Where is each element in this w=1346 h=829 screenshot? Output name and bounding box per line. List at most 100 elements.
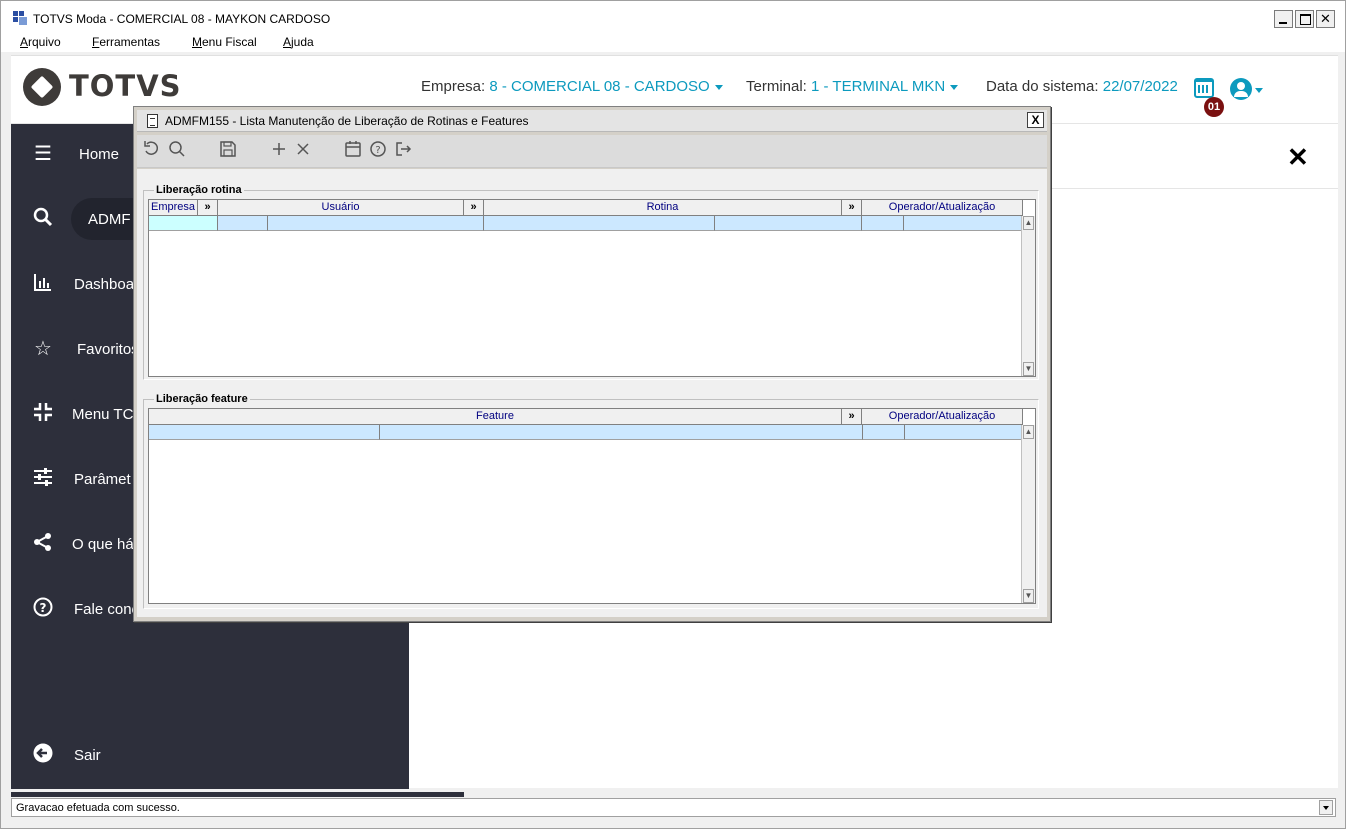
- group-liberacao-feature: Liberação feature Feature » Operador/Atu…: [143, 393, 1039, 609]
- collapse-icon: [31, 402, 55, 426]
- menu-icon: ☰: [34, 143, 52, 165]
- grid-liberacao-feature[interactable]: Feature » Operador/Atualização ▲ ▼: [148, 408, 1036, 604]
- column-header-operador[interactable]: Operador/Atualização: [862, 409, 1023, 425]
- dialog-toolbar: ?: [137, 135, 1047, 168]
- grid-header: Feature » Operador/Atualização: [149, 409, 1023, 425]
- menu-menu-fiscal[interactable]: Menu Fiscal: [192, 35, 257, 49]
- app-icon: [13, 11, 27, 25]
- scroll-up-icon[interactable]: ▲: [1023, 425, 1034, 439]
- svg-text:?: ?: [375, 145, 380, 156]
- grid-cell[interactable]: [863, 425, 905, 440]
- grid-cell[interactable]: [862, 216, 904, 231]
- grid-liberacao-rotina[interactable]: Empresa » Usuário » Rotina » Operador/At…: [148, 199, 1036, 377]
- main-window: TOTVS Moda - COMERCIAL 08 - MAYKON CARDO…: [0, 0, 1346, 829]
- empresa-value: 8 - COMERCIAL 08 - CARDOSO: [489, 78, 710, 95]
- status-dropdown-button[interactable]: [1319, 800, 1333, 815]
- sidebar-item-label: Sair: [74, 747, 101, 764]
- sidebar-item-label: Favoritos: [77, 341, 139, 358]
- chevron-down-icon: [950, 84, 959, 90]
- chart-icon: [31, 272, 55, 296]
- column-header-empresa[interactable]: Empresa: [149, 200, 198, 216]
- notification-badge: 01: [1204, 97, 1224, 117]
- grid-cell[interactable]: [218, 216, 268, 231]
- window-title: TOTVS Moda - COMERCIAL 08 - MAYKON CARDO…: [33, 12, 331, 26]
- menu-ajuda[interactable]: Ajuda: [283, 35, 314, 49]
- column-header-feature[interactable]: Feature: [149, 409, 842, 425]
- delete-icon[interactable]: [293, 140, 313, 160]
- column-nav-button[interactable]: »: [842, 409, 862, 425]
- grid-cell[interactable]: [149, 425, 380, 440]
- help-icon[interactable]: ?: [368, 140, 388, 160]
- column-header-operador[interactable]: Operador/Atualização: [862, 200, 1023, 216]
- admfm155-dialog: ADMFM155 - Lista Manutenção de Liberação…: [133, 106, 1051, 622]
- column-nav-button[interactable]: »: [842, 200, 862, 216]
- empresa-label: Empresa:: [421, 78, 486, 95]
- date-value: 22/07/2022: [1102, 78, 1178, 95]
- grid-cell[interactable]: [380, 425, 863, 440]
- column-header-rotina[interactable]: Rotina: [484, 200, 842, 216]
- menu-ferramentas[interactable]: Ferramentas: [92, 35, 160, 49]
- status-message: Gravacao efetuada com sucesso.: [16, 802, 180, 814]
- undo-icon[interactable]: [142, 140, 162, 160]
- column-header-usuario[interactable]: Usuário: [218, 200, 464, 216]
- chevron-down-icon[interactable]: [1255, 88, 1263, 93]
- status-bar: Gravacao efetuada com sucesso.: [11, 798, 1336, 817]
- grid-cell[interactable]: [904, 216, 1023, 231]
- exit-icon[interactable]: [393, 140, 413, 160]
- sliders-icon: [31, 467, 55, 491]
- scroll-down-icon[interactable]: ▼: [1023, 589, 1034, 603]
- terminal-value: 1 - TERMINAL MKN: [811, 78, 946, 95]
- grid-cell[interactable]: [715, 216, 862, 231]
- close-window-button[interactable]: ✕: [1316, 10, 1335, 28]
- dialog-title: ADMFM155 - Lista Manutenção de Liberação…: [165, 114, 529, 128]
- scroll-up-icon[interactable]: ▲: [1023, 216, 1034, 230]
- empresa-selector[interactable]: Empresa: 8 - COMERCIAL 08 - CARDOSO: [421, 78, 723, 95]
- table-row[interactable]: [149, 216, 1023, 231]
- sidebar-item-label: Fale cone: [74, 601, 140, 618]
- system-date: Data do sistema: 22/07/2022: [986, 78, 1178, 95]
- sidebar-item-sair[interactable]: Sair: [11, 735, 409, 775]
- grid-cell[interactable]: [149, 216, 218, 231]
- dialog-close-button[interactable]: X: [1027, 112, 1044, 128]
- minimize-button[interactable]: [1274, 10, 1293, 28]
- grid-cell[interactable]: [905, 425, 1024, 440]
- star-icon: ☆: [34, 338, 52, 360]
- column-nav-button[interactable]: »: [464, 200, 484, 216]
- share-icon: [31, 532, 55, 556]
- sidebar-item-label: Home: [79, 146, 120, 163]
- search-icon: [31, 207, 55, 231]
- date-label: Data do sistema:: [986, 78, 1099, 95]
- menu-arquivo[interactable]: Arquivo: [20, 35, 61, 49]
- scroll-down-icon[interactable]: ▼: [1023, 362, 1034, 376]
- sidebar-item-label: O que há: [72, 536, 134, 553]
- dialog-body: Liberação rotina Empresa » Usuário » Rot…: [137, 169, 1047, 617]
- calendar-icon[interactable]: [1194, 78, 1214, 98]
- progress-bar: [11, 792, 464, 797]
- vertical-scrollbar[interactable]: ▲ ▼: [1021, 425, 1035, 603]
- svg-text:?: ?: [40, 601, 47, 615]
- close-icon[interactable]: ✕: [1287, 142, 1309, 173]
- chevron-down-icon: [714, 84, 723, 90]
- sidebar-item-label: Menu TC: [72, 406, 134, 423]
- dialog-title-bar: ADMFM155 - Lista Manutenção de Liberação…: [137, 110, 1047, 132]
- save-icon[interactable]: [218, 140, 238, 160]
- help-icon: ?: [31, 597, 55, 621]
- user-icon[interactable]: [1230, 78, 1252, 100]
- terminal-label: Terminal:: [746, 78, 807, 95]
- search-input-value: ADMF: [88, 211, 131, 228]
- grid-cell[interactable]: [268, 216, 484, 231]
- maximize-button[interactable]: [1295, 10, 1314, 28]
- search-icon[interactable]: [167, 140, 187, 160]
- column-nav-button[interactable]: »: [198, 200, 218, 216]
- sidebar-item-label: Dashboa: [74, 276, 135, 293]
- vertical-scrollbar[interactable]: ▲ ▼: [1021, 216, 1035, 376]
- calendar-icon[interactable]: [343, 140, 363, 160]
- add-icon[interactable]: [269, 140, 289, 160]
- group-label: Liberação feature: [154, 393, 250, 405]
- grid-header: Empresa » Usuário » Rotina » Operador/At…: [149, 200, 1023, 216]
- terminal-selector[interactable]: Terminal: 1 - TERMINAL MKN: [746, 78, 959, 95]
- title-bar: TOTVS Moda - COMERCIAL 08 - MAYKON CARDO…: [1, 1, 1345, 32]
- group-liberacao-rotina: Liberação rotina Empresa » Usuário » Rot…: [143, 184, 1039, 380]
- table-row[interactable]: [149, 425, 1024, 440]
- grid-cell[interactable]: [484, 216, 715, 231]
